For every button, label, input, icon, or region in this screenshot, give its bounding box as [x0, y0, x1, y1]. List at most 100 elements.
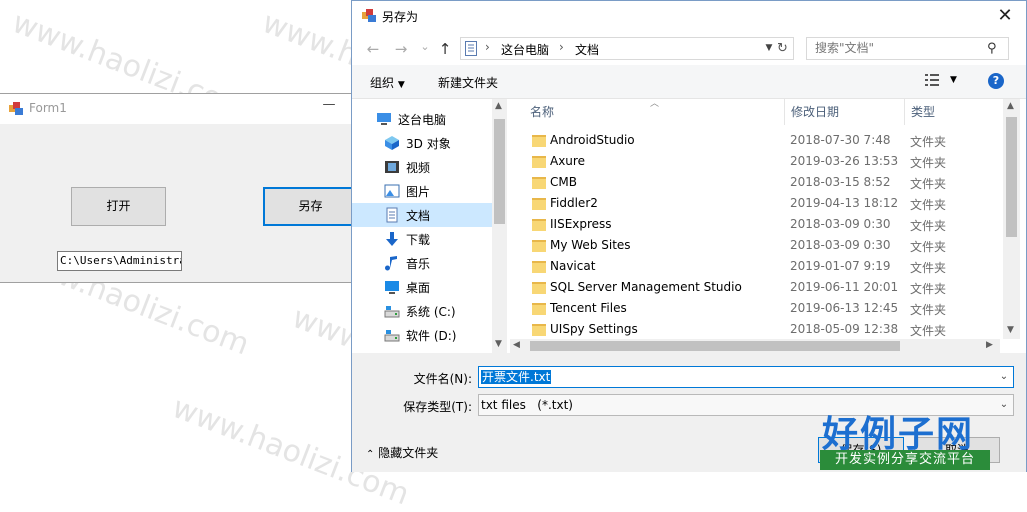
form1-titlebar[interactable]: Form1 —	[0, 94, 352, 124]
search-placeholder: 搜索"文档"	[815, 41, 875, 55]
view-options-icon[interactable]	[925, 73, 941, 87]
dialog-titlebar[interactable]: 另存为 ✕	[352, 1, 1026, 31]
file-type: 文件夹	[910, 177, 947, 191]
file-type: 文件夹	[910, 261, 947, 275]
nav-item[interactable]: 软件 (D:)	[352, 323, 492, 347]
organize-menu[interactable]: 组织 ▼	[370, 74, 405, 91]
scroll-up-arrow-icon[interactable]: ▲	[1007, 101, 1014, 111]
hide-folders-toggle[interactable]: ⌃ 隐藏文件夹	[366, 444, 438, 461]
open-button[interactable]: 打开	[71, 187, 166, 226]
search-input[interactable]: 搜索"文档" ⚲	[806, 37, 1009, 60]
file-list-hscrollbar[interactable]: ◀ ▶	[510, 339, 1000, 353]
file-row[interactable]: Fiddler2 2019-04-13 18:12 文件夹	[510, 194, 1000, 215]
file-name: UISpy Settings	[550, 322, 638, 336]
filename-value: 开票文件.txt	[481, 370, 552, 384]
chevron-down-icon[interactable]: ⌄	[997, 367, 1011, 387]
close-icon[interactable]: ✕	[992, 3, 1018, 29]
folder-icon	[532, 303, 546, 315]
nav-item[interactable]: 桌面	[352, 275, 492, 299]
folder-icon	[532, 324, 546, 336]
search-icon: ⚲	[987, 41, 997, 56]
refresh-icon[interactable]: ↻	[772, 37, 794, 60]
file-date: 2018-03-09 0:30	[790, 238, 891, 252]
file-list-vscrollbar[interactable]: ▲ ▼	[1003, 99, 1020, 339]
file-date: 2019-06-13 12:45	[790, 301, 899, 315]
file-type: 文件夹	[910, 303, 947, 317]
folder-icon	[532, 198, 546, 210]
file-name: AndroidStudio	[550, 133, 635, 147]
nav-item[interactable]: 系统 (C:)	[352, 299, 492, 323]
help-icon[interactable]: ?	[988, 73, 1004, 89]
saveas-button[interactable]: 另存	[263, 187, 358, 226]
file-row[interactable]: CMB 2018-03-15 8:52 文件夹	[510, 173, 1000, 194]
command-bar: 组织 ▼ 新建文件夹 ▼ ?	[352, 65, 1026, 99]
breadcrumb-documents[interactable]: 文档	[575, 41, 599, 58]
address-bar[interactable]: › 这台电脑 › 文档 ▼	[460, 37, 794, 60]
breadcrumb-this-pc[interactable]: 这台电脑	[501, 41, 549, 58]
file-row[interactable]: UISpy Settings 2018-05-09 12:38 文件夹	[510, 320, 1000, 339]
file-date: 2019-03-26 13:53	[790, 154, 899, 168]
scroll-thumb[interactable]	[494, 119, 505, 224]
nav-item[interactable]: 文档	[352, 203, 492, 227]
file-date: 2019-06-11 20:01	[790, 280, 899, 294]
file-name: Tencent Files	[550, 301, 627, 315]
nav-item[interactable]: 这台电脑	[352, 107, 492, 131]
back-arrow-icon[interactable]: ←	[362, 38, 384, 60]
column-header-name[interactable]: 名称	[530, 99, 554, 125]
sort-chevron-icon: ︿	[650, 99, 660, 109]
chevron-down-icon[interactable]: ⌄	[997, 395, 1011, 415]
scroll-left-arrow-icon[interactable]: ◀	[513, 340, 520, 350]
column-header-date[interactable]: 修改日期	[791, 99, 839, 125]
breadcrumb-separator-icon: ›	[559, 40, 564, 54]
column-header-type[interactable]: 类型	[911, 99, 935, 125]
scroll-down-arrow-icon[interactable]: ▼	[495, 339, 502, 349]
file-name: My Web Sites	[550, 238, 631, 252]
file-date: 2018-07-30 7:48	[790, 133, 891, 147]
chevron-down-icon[interactable]: ▼	[950, 75, 957, 85]
scroll-right-arrow-icon[interactable]: ▶	[986, 340, 993, 350]
nav-item[interactable]: 图片	[352, 179, 492, 203]
app-icon	[362, 9, 376, 22]
nav-item[interactable]: 3D 对象	[352, 131, 492, 155]
hscroll-thumb[interactable]	[530, 341, 900, 351]
file-row[interactable]: Navicat 2019-01-07 9:19 文件夹	[510, 257, 1000, 278]
form1-window: Form1 — 打开 另存 C:\Users\Administrat	[0, 93, 358, 283]
nav-scrollbar[interactable]: ▲ ▼	[492, 99, 507, 353]
recent-locations-icon[interactable]: ⌄	[414, 36, 436, 58]
file-type: 文件夹	[910, 324, 947, 338]
minimize-button[interactable]: —	[318, 97, 340, 117]
file-rows: AndroidStudio 2018-07-30 7:48 文件夹 Axure 2019…	[510, 131, 1000, 339]
nav-item-label: 3D 对象	[406, 137, 451, 151]
file-row[interactable]: Tencent Files 2019-06-13 12:45 文件夹	[510, 299, 1000, 320]
nav-item-label: 系统 (C:)	[406, 305, 456, 319]
file-name: Navicat	[550, 259, 596, 273]
folder-icon	[532, 219, 546, 231]
file-row[interactable]: AndroidStudio 2018-07-30 7:48 文件夹	[510, 131, 1000, 152]
nav-item-label: 桌面	[406, 281, 431, 295]
filetype-value: txt files (*.txt)	[481, 398, 573, 412]
video-icon	[385, 161, 399, 173]
nav-item-label: 图片	[406, 185, 431, 199]
up-arrow-icon[interactable]: ↑	[434, 38, 456, 60]
nav-item[interactable]: 音乐	[352, 251, 492, 275]
scroll-thumb[interactable]	[1006, 117, 1017, 237]
forward-arrow-icon[interactable]: →	[390, 38, 412, 60]
new-folder-button[interactable]: 新建文件夹	[438, 74, 498, 91]
file-type: 文件夹	[910, 156, 947, 170]
drive-icon	[384, 330, 400, 342]
scroll-up-arrow-icon[interactable]: ▲	[495, 101, 502, 111]
download-icon	[386, 232, 398, 246]
pc-icon	[377, 113, 391, 125]
filename-input[interactable]: 开票文件.txt ⌄	[478, 366, 1014, 388]
file-row[interactable]: My Web Sites 2018-03-09 0:30 文件夹	[510, 236, 1000, 257]
nav-item[interactable]: 视频	[352, 155, 492, 179]
folder-icon	[532, 240, 546, 252]
path-textbox[interactable]: C:\Users\Administrat	[57, 251, 182, 271]
scroll-down-arrow-icon[interactable]: ▼	[1007, 325, 1014, 335]
file-row[interactable]: Axure 2019-03-26 13:53 文件夹	[510, 152, 1000, 173]
file-type: 文件夹	[910, 282, 947, 296]
file-row[interactable]: SQL Server Management Studio 2019-06-11 2…	[510, 278, 1000, 299]
navigation-pane: 这台电脑 3D 对象视频图片文档 下载 音乐桌面系统 (C:) 软件 (D:)	[352, 99, 507, 353]
nav-item[interactable]: 下载	[352, 227, 492, 251]
file-row[interactable]: IISExpress 2018-03-09 0:30 文件夹	[510, 215, 1000, 236]
